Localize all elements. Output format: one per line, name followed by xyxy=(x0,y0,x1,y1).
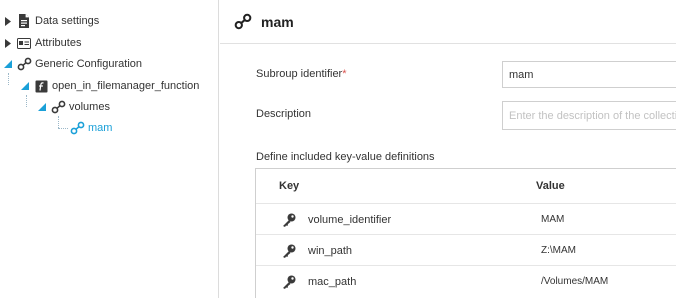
description-input[interactable]: Enter the description of the collection xyxy=(502,101,676,130)
column-header-key[interactable]: Key xyxy=(279,169,299,203)
collapse-arrow-icon[interactable] xyxy=(2,58,14,70)
label-text: Subroup identifier xyxy=(256,68,343,80)
tree-connector xyxy=(8,73,9,85)
tree-item-generic-configuration[interactable]: Generic Configuration xyxy=(2,54,142,74)
tree-item-volumes[interactable]: volumes xyxy=(36,97,110,117)
page-header: mam xyxy=(220,0,676,44)
key-icon xyxy=(281,274,297,290)
function-icon xyxy=(33,78,49,94)
group-link-icon xyxy=(233,12,253,32)
detail-panel: mam Subroup identifier* mam Description … xyxy=(220,0,676,298)
table-row[interactable]: mac_path /Volumes/MAM xyxy=(256,265,676,296)
tree-item-label: Data settings xyxy=(35,15,100,27)
column-header-value[interactable]: Value xyxy=(536,169,565,203)
tree-connector xyxy=(58,128,68,129)
document-icon xyxy=(16,13,32,29)
table-row[interactable]: volume_identifier MAM xyxy=(256,203,676,234)
tree-item-label: Generic Configuration xyxy=(35,58,143,70)
tree-item-mam[interactable]: mam xyxy=(69,118,112,138)
key-name: mac_path xyxy=(308,275,357,288)
table-row[interactable]: win_path Z:\MAM xyxy=(256,234,676,265)
tree-item-label: Attributes xyxy=(35,37,82,49)
key-name: win_path xyxy=(308,244,353,257)
required-mark: * xyxy=(342,68,347,80)
navigation-tree: Data settings Attributes Generic Configu… xyxy=(0,0,219,298)
collapse-arrow-icon[interactable] xyxy=(36,101,48,113)
key-value-table: Key Value volume_identifier MAM win_path… xyxy=(255,168,676,298)
tree-item-label: volumes xyxy=(69,101,110,113)
expand-arrow-icon[interactable] xyxy=(2,15,14,27)
group-link-icon xyxy=(50,99,66,115)
key-name: volume_identifier xyxy=(308,213,392,226)
key-value: /Volumes/MAM xyxy=(541,276,609,287)
description-label: Description xyxy=(256,108,312,120)
id-card-icon xyxy=(16,35,32,51)
key-icon xyxy=(281,212,297,228)
collapse-arrow-icon[interactable] xyxy=(19,80,31,92)
group-link-icon xyxy=(69,120,85,136)
key-icon xyxy=(281,243,297,259)
tree-item-attributes[interactable]: Attributes xyxy=(2,33,81,53)
expand-arrow-icon[interactable] xyxy=(2,37,14,49)
tree-item-data-settings[interactable]: Data settings xyxy=(2,11,99,31)
subgroup-identifier-input[interactable]: mam xyxy=(502,61,676,88)
input-placeholder: Enter the description of the collection xyxy=(509,109,676,122)
key-value: Z:\MAM xyxy=(541,245,576,256)
page-title: mam xyxy=(261,13,294,30)
tree-connector xyxy=(58,116,59,128)
key-value: MAM xyxy=(541,214,565,225)
tree-connector xyxy=(26,95,27,107)
input-value: mam xyxy=(509,68,534,81)
tree-item-open-in-filemanager-function[interactable]: open_in_filemanager_function xyxy=(19,76,199,96)
group-link-icon xyxy=(16,56,32,72)
tree-item-label: open_in_filemanager_function xyxy=(52,80,200,92)
subgroup-identifier-label: Subroup identifier* xyxy=(256,68,347,80)
table-caption: Define included key-value definitions xyxy=(256,151,435,163)
tree-item-label: mam xyxy=(88,122,113,134)
